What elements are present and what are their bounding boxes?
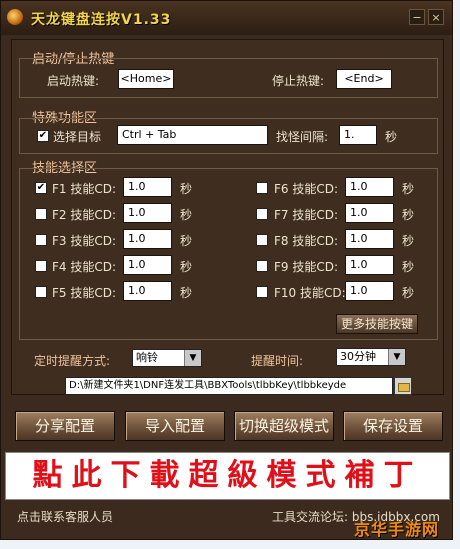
skill-f2-unit: 秒 <box>180 208 193 222</box>
skill-f7-unit: 秒 <box>402 208 415 222</box>
share-config-button[interactable]: 分享配置 <box>15 411 115 441</box>
minimize-button[interactable]: − <box>409 9 425 25</box>
reminder-mode-label: 定时提醒方式: <box>34 354 111 368</box>
start-hotkey-label: 启动热键: <box>47 74 100 88</box>
reminder-time-value: 30分钟 <box>340 350 376 363</box>
reminder-time-select[interactable]: 30分钟 ▼ <box>336 348 406 366</box>
skill-f4-unit: 秒 <box>180 260 193 274</box>
skill-f3-cd-field[interactable]: 1.0 <box>123 229 172 249</box>
reminder-mode-value: 响铃 <box>136 351 158 364</box>
interval-unit: 秒 <box>385 130 398 144</box>
site-watermark: 京华手游网 <box>354 520 440 539</box>
skill-f9-label: F9 技能CD: <box>274 260 339 274</box>
skill-f5-checkbox[interactable] <box>35 286 47 298</box>
desktop-background-bottom <box>0 540 460 549</box>
skill-f9-cd-field[interactable]: 1.0 <box>345 255 394 275</box>
skill-f1-checkbox[interactable]: ✔ <box>35 182 47 194</box>
skill-f1-label: F1 技能CD: <box>52 182 117 196</box>
stop-hotkey-field[interactable]: <End> <box>336 69 392 89</box>
skill-f2-cd-field[interactable]: 1.0 <box>123 203 172 223</box>
chevron-down-icon[interactable]: ▼ <box>184 350 201 366</box>
contact-support-link[interactable]: 点击联系客服人员 <box>17 508 113 525</box>
chevron-down-icon[interactable]: ▼ <box>388 349 405 365</box>
skill-f1-cd-field[interactable]: 1.0 <box>123 177 172 197</box>
reminder-time-label: 提醒时间: <box>251 354 304 368</box>
skill-f3-checkbox[interactable] <box>35 234 47 246</box>
skill-f4-label: F4 技能CD: <box>52 260 117 274</box>
folder-browse-icon[interactable] <box>394 377 412 395</box>
switch-super-mode-button[interactable]: 切换超级模式 <box>234 411 334 441</box>
skill-f6-cd-field[interactable]: 1.0 <box>345 177 394 197</box>
app-logo-icon <box>7 9 23 25</box>
download-patch-banner[interactable]: 點此下載超級模式補丁 <box>5 452 450 500</box>
skill-f4-cd-field[interactable]: 1.0 <box>123 255 172 275</box>
skill-f9-unit: 秒 <box>402 260 415 274</box>
skill-f7-checkbox[interactable] <box>256 208 268 220</box>
skill-f8-cd-field[interactable]: 1.0 <box>345 229 394 249</box>
target-key-field[interactable]: Ctrl + Tab <box>117 125 268 145</box>
skill-f9-checkbox[interactable] <box>256 260 268 272</box>
skill-f10-checkbox[interactable] <box>256 286 268 298</box>
skill-f3-unit: 秒 <box>180 234 193 248</box>
skill-f6-label: F6 技能CD: <box>274 182 339 196</box>
skill-f8-checkbox[interactable] <box>256 234 268 246</box>
interval-label: 找怪间隔: <box>276 130 329 144</box>
skill-f2-label: F2 技能CD: <box>52 208 117 222</box>
import-config-button[interactable]: 导入配置 <box>125 411 225 441</box>
select-target-label: 选择目标 <box>53 130 102 144</box>
select-target-checkbox[interactable]: ✔ <box>37 130 49 142</box>
skill-f1-unit: 秒 <box>180 182 193 196</box>
skill-f8-label: F8 技能CD: <box>274 234 339 248</box>
desktop-background <box>453 0 460 549</box>
skill-f5-unit: 秒 <box>180 286 193 300</box>
skill-f8-unit: 秒 <box>402 234 415 248</box>
interval-field[interactable]: 1. <box>339 125 377 145</box>
skill-f2-checkbox[interactable] <box>35 208 47 220</box>
stop-hotkey-label: 停止热键: <box>272 74 325 88</box>
skill-f10-label: F10 技能CD: <box>274 286 346 300</box>
skill-f5-cd-field[interactable]: 1.0 <box>123 281 172 301</box>
start-hotkey-field[interactable]: <Home> <box>118 69 174 89</box>
skill-f6-checkbox[interactable] <box>256 182 268 194</box>
skills-section: ✔ F1 技能CD: 1.0 秒 F2 技能CD: 1.0 秒 F3 技能CD:… <box>19 168 438 340</box>
skill-f10-unit: 秒 <box>402 286 415 300</box>
save-settings-button[interactable]: 保存设置 <box>343 411 443 441</box>
reminder-mode-select[interactable]: 响铃 ▼ <box>132 349 202 367</box>
more-skill-keys-button[interactable]: 更多技能按键 <box>336 314 418 334</box>
title-bar: 天龙键盘连按V1.33 − × <box>1 1 452 35</box>
skill-f7-label: F7 技能CD: <box>274 208 339 222</box>
special-section: ✔ 选择目标 Ctrl + Tab 找怪间隔: 1. 秒 <box>19 118 438 154</box>
window-title: 天龙键盘连按V1.33 <box>31 12 172 28</box>
settings-panel: 启动/停止热键 启动热键: <Home> 停止热键: <End> 特殊功能区 ✔… <box>11 39 444 395</box>
close-button[interactable]: × <box>428 9 444 25</box>
skill-f3-label: F3 技能CD: <box>52 234 117 248</box>
skill-f7-cd-field[interactable]: 1.0 <box>345 203 394 223</box>
skill-f10-cd-field[interactable]: 1.0 <box>345 281 394 301</box>
hotkey-section: 启动热键: <Home> 停止热键: <End> <box>19 58 438 98</box>
skill-f4-checkbox[interactable] <box>35 260 47 272</box>
config-path-field[interactable]: D:\新建文件夹1\DNF连发工具\BBXTools\tlbbKey\tlbbk… <box>65 377 393 395</box>
skill-f6-unit: 秒 <box>402 182 415 196</box>
skill-f5-label: F5 技能CD: <box>52 286 117 300</box>
main-window: 天龙键盘连按V1.33 − × 启动/停止热键 启动热键: <Home> 停止热… <box>0 0 453 540</box>
